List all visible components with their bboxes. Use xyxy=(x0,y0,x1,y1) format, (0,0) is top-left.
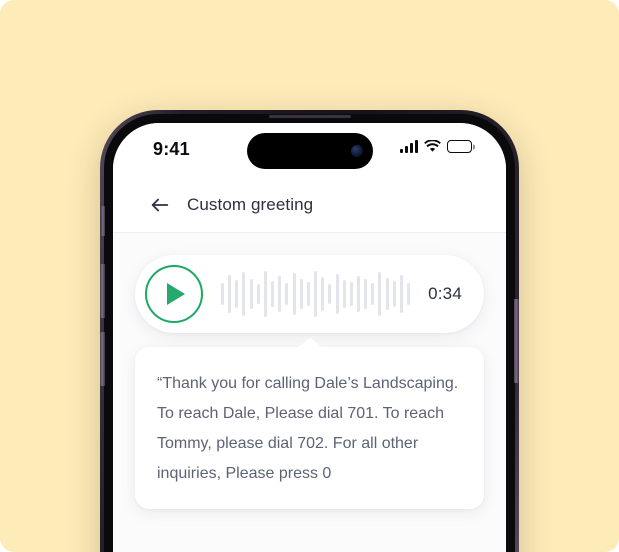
waveform-bar xyxy=(263,271,267,317)
status-time: 9:41 xyxy=(153,139,190,159)
waveform-bar xyxy=(235,280,239,308)
waveform-bar xyxy=(228,275,232,313)
waveform-scrubber[interactable] xyxy=(217,268,414,320)
waveform-bar xyxy=(285,283,289,305)
audio-player: 0:34 xyxy=(135,255,484,333)
waveform-bar xyxy=(278,276,282,312)
transcript-container: “Thank you for calling Dale’s Landscapin… xyxy=(135,338,484,509)
play-icon xyxy=(167,283,185,305)
phone-device: 9:41 Custom greeting 0:34 “Thank you for… xyxy=(100,110,519,552)
waveform-bar xyxy=(249,279,253,309)
wifi-icon xyxy=(424,140,441,152)
phone-bezel: 9:41 Custom greeting 0:34 “Thank you for… xyxy=(100,114,519,552)
volume-up-button[interactable] xyxy=(100,264,105,318)
transcript-text: “Thank you for calling Dale’s Landscapin… xyxy=(157,375,459,482)
front-camera-icon xyxy=(350,145,363,157)
page-title: Custom greeting xyxy=(187,194,314,214)
waveform-bar xyxy=(342,280,346,308)
app-header: Custom greeting xyxy=(113,177,506,233)
waveform-bar xyxy=(335,274,339,314)
back-arrow-icon[interactable] xyxy=(149,194,171,216)
volume-down-button[interactable] xyxy=(100,332,105,386)
waveform-bar xyxy=(356,276,360,312)
content-area: 0:34 “Thank you for calling Dale’s Lands… xyxy=(113,233,506,552)
phone-screen: 9:41 Custom greeting 0:34 “Thank you for… xyxy=(113,123,506,552)
power-button[interactable] xyxy=(514,299,519,383)
dynamic-island xyxy=(246,133,373,169)
waveform-bar xyxy=(392,281,396,307)
earpiece-speaker xyxy=(268,115,351,118)
battery-full-icon xyxy=(447,140,472,153)
waveform-bar xyxy=(385,278,389,310)
waveform-bar xyxy=(328,284,332,304)
scene-card: 9:41 Custom greeting 0:34 “Thank you for… xyxy=(0,0,619,552)
waveform-bar xyxy=(371,283,375,305)
play-button[interactable] xyxy=(145,265,203,323)
waveform-bar xyxy=(407,283,411,305)
waveform-bar xyxy=(321,277,325,311)
bubble-tail xyxy=(296,338,323,348)
waveform-bar xyxy=(299,279,303,309)
waveform-bar xyxy=(349,282,353,306)
waveform-bar xyxy=(256,284,260,304)
waveform-bar xyxy=(364,279,368,309)
waveform-bar xyxy=(221,283,224,305)
waveform-bar xyxy=(292,273,296,315)
waveform-bar xyxy=(242,272,246,316)
status-bar: 9:41 xyxy=(113,123,506,177)
waveform-bar xyxy=(271,281,275,307)
waveform-bar xyxy=(314,271,318,317)
status-icons xyxy=(400,140,472,153)
cellular-bars-icon xyxy=(400,140,418,153)
transcript-card: “Thank you for calling Dale’s Landscapin… xyxy=(135,347,484,509)
silence-switch[interactable] xyxy=(101,206,105,236)
audio-duration: 0:34 xyxy=(428,284,462,303)
waveform-bar xyxy=(306,282,310,306)
waveform-bar xyxy=(378,272,382,316)
waveform-bar xyxy=(399,275,403,313)
